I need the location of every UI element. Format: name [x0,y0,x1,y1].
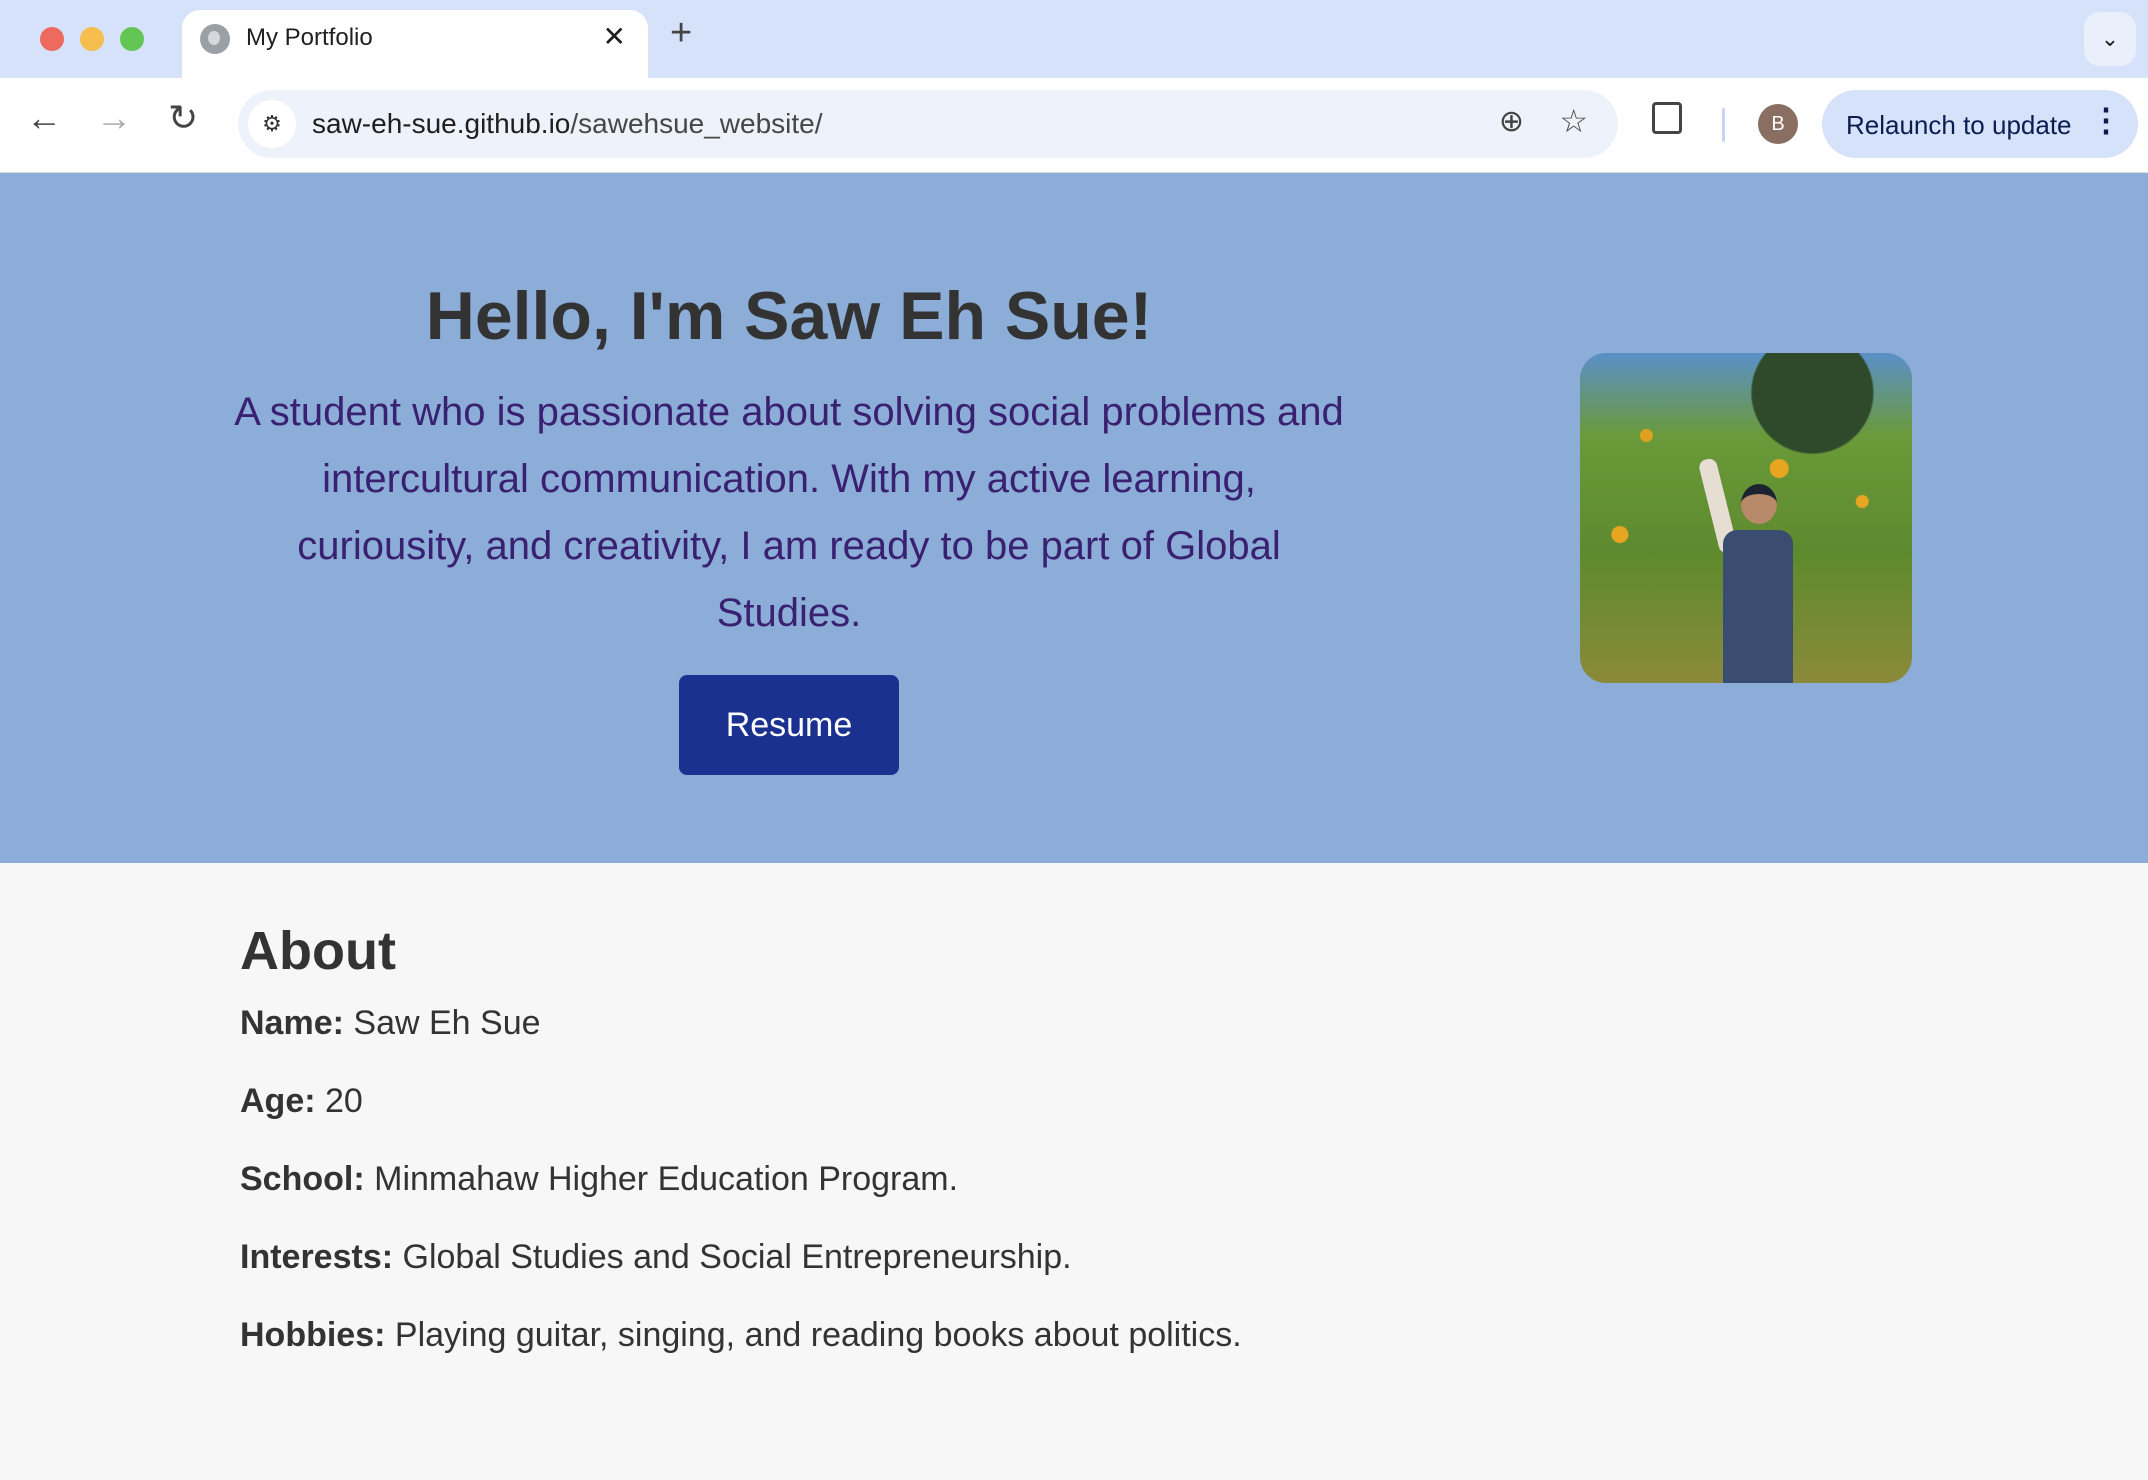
browser-toolbar: ← → ↻ ⚙ saw-eh-sue.github.io/sawehsue_we… [0,78,2148,173]
about-title: About [240,921,396,981]
relaunch-label: Relaunch to update [1846,110,2072,140]
more-menu-icon[interactable]: ⋮ [2090,104,2122,136]
about-label: Hobbies: [240,1316,386,1354]
about-value: Minmahaw Higher Education Program. [374,1160,959,1198]
minimize-window-button[interactable] [80,27,104,51]
about-label: Name: [240,1004,344,1042]
about-row-hobbies: Hobbies: Playing guitar, singing, and re… [240,1296,1940,1374]
bookmark-star-icon[interactable]: ☆ [1559,102,1588,140]
site-info-icon[interactable]: ⚙ [248,100,296,148]
profile-avatar[interactable]: B [1758,104,1798,144]
close-icon[interactable]: ✕ [603,20,626,53]
person-head [1741,484,1777,524]
about-label: School: [240,1160,365,1198]
maximize-window-button[interactable] [120,27,144,51]
hero-description: A student who is passionate about solvin… [234,390,1344,635]
about-value: 20 [325,1082,363,1120]
url-path: /sawehsue_website/ [570,108,823,139]
resume-button[interactable]: Resume [679,675,899,775]
tab-my-portfolio[interactable]: My Portfolio ✕ [182,10,648,78]
about-row-school: School: Minmahaw Higher Education Progra… [240,1140,1940,1218]
forward-button[interactable]: → [96,100,132,136]
extensions-puzzle-icon[interactable] [1652,102,1682,134]
about-row-interests: Interests: Global Studies and Social Ent… [240,1218,1940,1296]
zoom-icon[interactable]: ⊕ [1499,104,1524,139]
toolbar-divider [1722,108,1725,142]
reload-button[interactable]: ↻ [168,100,198,136]
hero-section: Hello, I'm Saw Eh Sue! A student who is … [0,173,2148,863]
tab-title: My Portfolio [246,24,373,51]
globe-icon [200,24,230,54]
url-text[interactable]: saw-eh-sue.github.io/sawehsue_website/ [312,108,823,140]
new-tab-button[interactable]: + [670,14,692,52]
hero-intro: Hello, I'm Saw Eh Sue! A student who is … [230,173,1348,775]
close-window-button[interactable] [40,27,64,51]
tab-search-button[interactable]: ⌄ [2084,12,2136,66]
profile-photo [1580,353,1912,683]
back-button[interactable]: ← [26,100,62,136]
about-section: About Name: Saw Eh Sue Age: 20 School: M… [240,920,1940,1374]
address-bar[interactable]: ⚙ saw-eh-sue.github.io/sawehsue_website/… [238,90,1618,158]
about-label: Interests: [240,1238,394,1276]
about-value: Playing guitar, singing, and reading boo… [394,1316,1242,1354]
about-value: Global Studies and Social Entrepreneursh… [402,1238,1072,1276]
tab-strip: My Portfolio ✕ + ⌄ [0,0,2148,78]
about-label: Age: [240,1082,316,1120]
about-row-name: Name: Saw Eh Sue [240,984,1940,1062]
about-row-age: Age: 20 [240,1062,1940,1140]
hero-title: Hello, I'm Saw Eh Sue! [425,278,1153,354]
person-figure [1697,457,1805,683]
person-jacket [1723,530,1793,683]
url-host: saw-eh-sue.github.io [312,108,571,139]
relaunch-to-update-button[interactable]: Relaunch to update ⋮ [1822,90,2138,158]
about-value: Saw Eh Sue [353,1004,541,1042]
